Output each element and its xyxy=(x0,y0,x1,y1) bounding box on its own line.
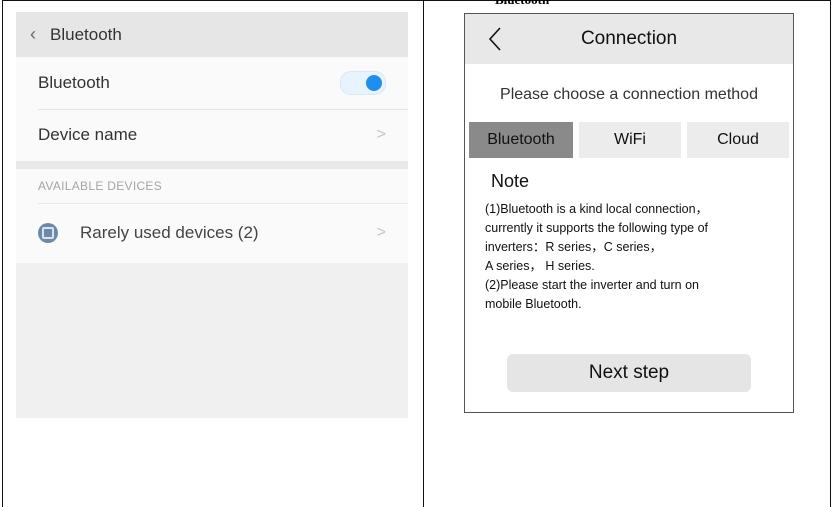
chevron-right-icon: > xyxy=(376,126,386,143)
bluetooth-toggle-row[interactable]: Bluetooth xyxy=(16,57,408,109)
connection-header: Connection xyxy=(465,14,793,64)
note-title: Note xyxy=(491,171,530,191)
next-step-button[interactable]: Next step xyxy=(507,354,751,392)
tab-cloud[interactable]: Cloud xyxy=(687,122,789,158)
chevron-left-icon[interactable] xyxy=(487,26,503,52)
device-name-label: Device name xyxy=(38,125,138,144)
table-border-right xyxy=(830,0,831,507)
rarely-used-devices-label: Rarely used devices (2) xyxy=(80,223,259,242)
toggle-knob xyxy=(366,75,382,91)
settings-header: ‹ Bluetooth xyxy=(16,12,408,57)
section-divider xyxy=(16,161,408,169)
tab-wifi[interactable]: WiFi xyxy=(579,122,681,158)
settings-card: Bluetooth Device name > xyxy=(16,57,408,161)
bluetooth-toggle[interactable] xyxy=(340,71,386,95)
connection-method-tabs: Bluetooth WiFi Cloud xyxy=(469,122,789,158)
table-border-left xyxy=(2,0,3,507)
rarely-used-devices-row[interactable]: Rarely used devices (2) > xyxy=(16,203,408,263)
table-border-top xyxy=(2,0,831,1)
connection-screen: Connection Please choose a connection me… xyxy=(464,13,794,413)
cut-off-caption: Bluetooth xyxy=(495,0,549,8)
connection-title: Connection xyxy=(580,28,678,49)
available-devices-heading: AVAILABLE DEVICES xyxy=(16,169,408,203)
connection-subtitle: Please choose a connection method xyxy=(500,86,758,103)
settings-title: Bluetooth xyxy=(50,24,122,44)
bluetooth-settings-screen: ‹ Bluetooth Bluetooth Device name > AVAI… xyxy=(16,12,408,418)
chevron-right-icon: > xyxy=(376,224,386,241)
tab-bluetooth[interactable]: Bluetooth xyxy=(469,122,573,158)
bluetooth-row-label: Bluetooth xyxy=(38,73,110,92)
device-name-row[interactable]: Device name > xyxy=(16,109,408,161)
device-icon xyxy=(38,223,58,243)
chevron-left-icon[interactable]: ‹ xyxy=(16,24,50,45)
table-border-middle xyxy=(423,0,424,507)
note-text: (1)Bluetooth is a kind local connection，… xyxy=(485,202,709,311)
